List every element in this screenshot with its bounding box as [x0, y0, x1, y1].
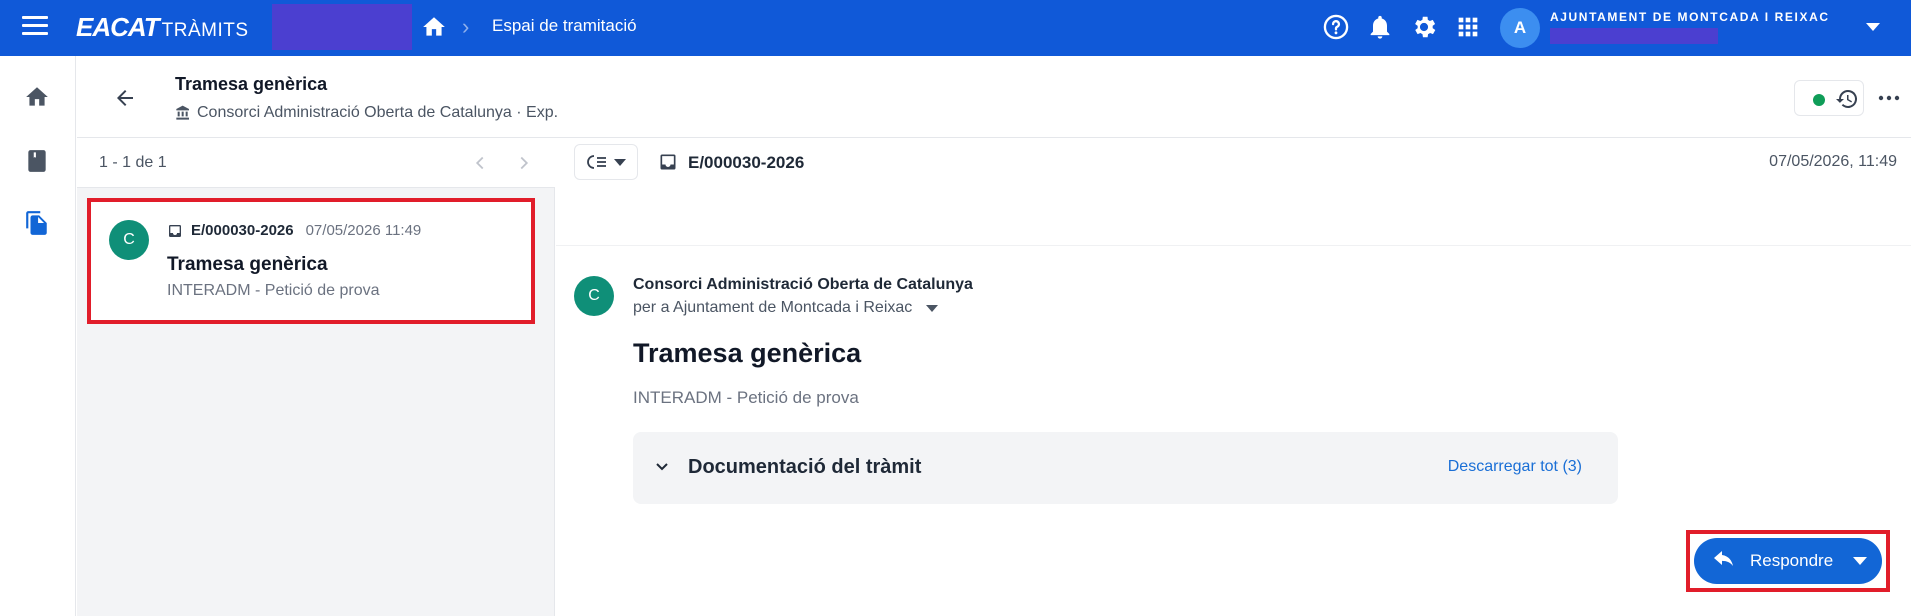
- list-item-meta: E/000030-2026 07/05/2026 11:49: [167, 222, 421, 239]
- list-toolbar: 1 - 1 de 1: [77, 138, 555, 188]
- reply-highlight: Respondre: [1686, 530, 1890, 592]
- inbox-icon: [660, 154, 676, 170]
- chevron-down-icon: [614, 158, 626, 166]
- detail-date: 07/05/2026, 11:49: [1769, 153, 1897, 170]
- more-options-icon[interactable]: [1877, 92, 1901, 104]
- list-item-title: Tramesa genèrica: [167, 254, 328, 275]
- help-icon[interactable]: [1322, 13, 1350, 41]
- status-indicator: [1813, 94, 1825, 106]
- user-avatar[interactable]: A: [1500, 8, 1540, 48]
- brand-logo[interactable]: EACAT TRÀMITS: [76, 12, 249, 42]
- page-title: Tramesa genèrica: [175, 74, 328, 94]
- brand-sub: TRÀMITS: [161, 20, 249, 41]
- chevron-down-icon[interactable]: [655, 460, 669, 474]
- organization-name[interactable]: AJUNTAMENT DE MONTCADA I REIXAC: [1550, 10, 1830, 24]
- breadcrumb[interactable]: Espai de tramitació: [492, 16, 637, 36]
- home-icon[interactable]: [421, 14, 447, 40]
- pagination-info: 1 - 1 de 1: [99, 154, 167, 171]
- chevron-right-icon[interactable]: [513, 152, 535, 174]
- documents-icon[interactable]: [24, 210, 50, 236]
- list-item-description: INTERADM - Petició de prova: [167, 282, 380, 299]
- reply-button[interactable]: Respondre: [1694, 538, 1882, 584]
- redacted-area: [272, 4, 412, 50]
- gear-icon[interactable]: [1410, 13, 1438, 41]
- book-icon[interactable]: [24, 148, 50, 174]
- message-description: INTERADM - Petició de prova: [633, 388, 859, 407]
- message-list: 1 - 1 de 1 C E/000030-2026 07/05/2026 11…: [77, 138, 555, 616]
- chevron-down-icon[interactable]: [926, 304, 939, 312]
- list-item-code: E/000030-2026: [191, 222, 294, 239]
- redacted-user-name: [1550, 28, 1718, 44]
- institution-icon: [176, 105, 189, 120]
- download-all-link[interactable]: Descarregar tot (3): [1448, 458, 1582, 476]
- documents-panel: Documentació del tràmit Descarregar tot …: [633, 432, 1618, 504]
- chevron-down-icon[interactable]: [1866, 23, 1880, 31]
- documents-title[interactable]: Documentació del tràmit: [688, 456, 921, 479]
- status-history-box[interactable]: [1794, 80, 1864, 116]
- reply-icon: [1714, 551, 1733, 566]
- menu-icon[interactable]: [22, 16, 48, 38]
- list-item-date: 07/05/2026 11:49: [305, 222, 422, 239]
- brand-main: EACAT: [76, 12, 160, 42]
- left-rail: [0, 56, 76, 616]
- reply-button-label: Respondre: [1750, 551, 1834, 570]
- sender-avatar: C: [574, 276, 614, 316]
- home-icon[interactable]: [24, 84, 50, 110]
- inbox-icon: [169, 224, 181, 237]
- recipient-text: per a Ajuntament de Montcada i Reixac: [633, 299, 913, 316]
- chevron-down-icon[interactable]: [1853, 557, 1868, 565]
- back-arrow-icon[interactable]: [113, 86, 137, 110]
- chevron-left-icon[interactable]: [469, 152, 491, 174]
- list-view-icon: [587, 155, 606, 169]
- history-icon[interactable]: [1835, 87, 1859, 111]
- detail-code: E/000030-2026: [688, 153, 805, 172]
- view-mode-dropdown[interactable]: [574, 144, 638, 180]
- page-subtitle: Consorci Administració Oberta de Catalun…: [175, 104, 558, 122]
- detail-toolbar: E/000030-2026 07/05/2026, 11:49: [556, 138, 1911, 246]
- apps-grid-icon[interactable]: [1454, 13, 1482, 41]
- sender-avatar: C: [109, 220, 149, 260]
- bell-icon[interactable]: [1366, 13, 1394, 41]
- recipient-info[interactable]: per a Ajuntament de Montcada i Reixac: [633, 299, 939, 317]
- top-bar: EACAT TRÀMITS › Espai de tramitació A AJ…: [0, 0, 1911, 56]
- message-title: Tramesa genèrica: [633, 338, 862, 368]
- page-subtitle-text: Consorci Administració Oberta de Catalun…: [197, 104, 559, 121]
- chevron-right-icon: ›: [462, 14, 470, 39]
- list-item[interactable]: C E/000030-2026 07/05/2026 11:49 Tramesa…: [87, 198, 535, 324]
- page-header: Tramesa genèrica Consorci Administració …: [77, 56, 1911, 138]
- sender-name: Consorci Administració Oberta de Catalun…: [633, 276, 973, 293]
